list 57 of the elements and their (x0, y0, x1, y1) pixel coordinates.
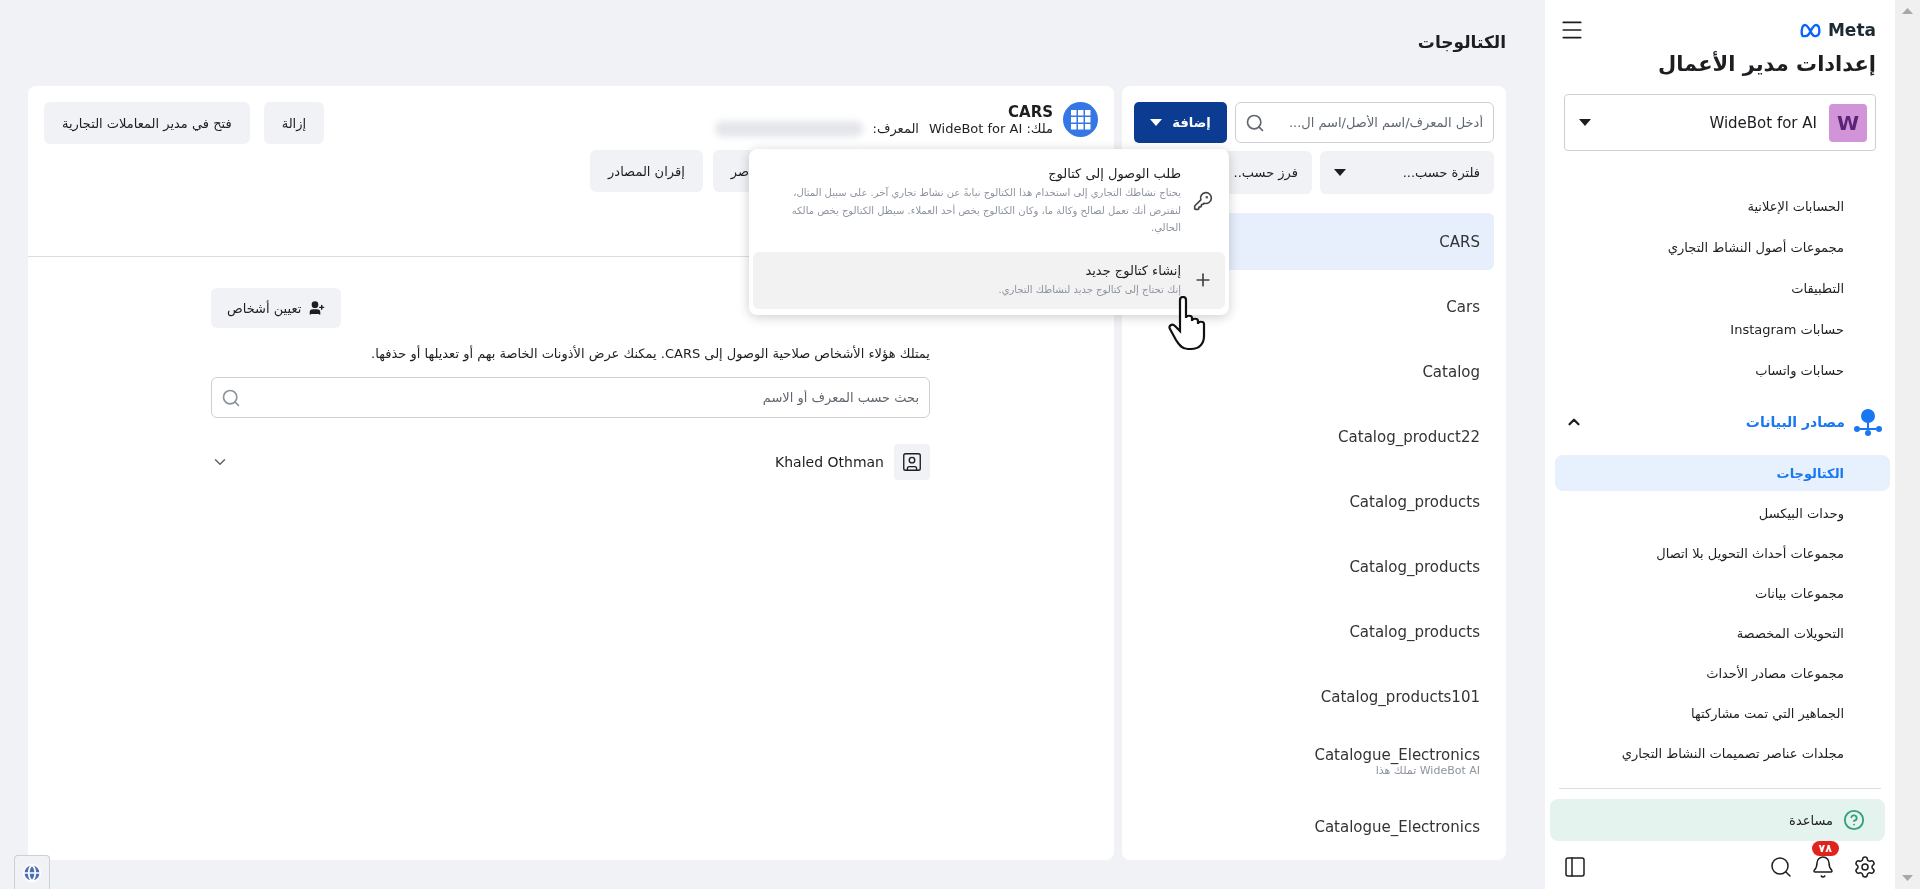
search-icon (221, 387, 241, 408)
notification-badge: ٧٨ (1811, 841, 1839, 856)
sidebar-subitem[interactable]: مجلدات عناصر تصميمات النشاط التجاري (1555, 735, 1890, 771)
globe-icon (22, 862, 42, 883)
access-description: يمتلك هؤلاء الأشخاص صلاحية الوصول إلى CARS. يمكنك عرض الأذونات الخاصة بهم أو تعديلها أو حذفها. (370, 346, 930, 361)
caret-icon (1579, 119, 1591, 126)
page-title: الكتالوجات (1417, 32, 1506, 52)
sidebar-item[interactable]: مجموعات أصول النشاط التجاري (1545, 227, 1895, 268)
sidebar-subitem[interactable]: وحدات البيكسل (1555, 495, 1890, 531)
business-avatar: W (1829, 103, 1867, 142)
data-sources-header[interactable]: مصادر البيانات (1545, 401, 1895, 443)
nodes-icon (1853, 407, 1883, 437)
filter-dropdown[interactable]: فلترة حسب... (1320, 151, 1494, 194)
sidebar-item[interactable]: التطبيقات (1545, 268, 1895, 309)
caret-icon (1334, 169, 1346, 176)
sidebar-subitem[interactable]: مجموعات مصادر الأحداث (1555, 655, 1890, 691)
catalog-item[interactable]: Catalog_products (1134, 534, 1494, 599)
id-label: المعرف: (872, 121, 919, 136)
catalog-item[interactable]: Catalog_products (1134, 469, 1494, 534)
sidebar-subitem[interactable]: الكتالوجات (1555, 455, 1890, 491)
assign-people-button[interactable]: تعيين أشخاص (211, 288, 342, 328)
catalog-item[interactable]: Catalogue_Electronics (1134, 794, 1494, 859)
sidebar-item[interactable]: حسابات واتساب (1545, 350, 1895, 391)
catalog-item[interactable]: Catalog_products101 (1134, 664, 1494, 729)
help-item[interactable]: مساعدة (1550, 799, 1885, 841)
language-tab[interactable] (14, 855, 50, 889)
search-icon[interactable] (1769, 855, 1793, 879)
sidebar-item[interactable]: الحسابات الإعلانية (1545, 186, 1895, 227)
menu-item[interactable]: إنشاء كتالوج جديد إنك تحتاج إلى كتالوج جديد لنشاطك التجاري. (753, 251, 1225, 309)
sidebar-item[interactable]: حسابات Instagram (1545, 309, 1895, 350)
business-selector[interactable]: WideBot for AI W (1564, 94, 1876, 151)
settings-icon[interactable] (1853, 855, 1877, 879)
sidebar-subitem[interactable]: الجماهير التي تمت مشاركتها (1555, 695, 1890, 731)
catalog-item[interactable]: Catalog_products (1134, 599, 1494, 664)
owner-text: ملك: WideBot for AI (928, 121, 1053, 136)
panel-toggle-icon[interactable] (1563, 855, 1587, 879)
catalog-item[interactable]: Catalog_product22 (1134, 404, 1494, 469)
caret-icon (1150, 119, 1163, 126)
user-plus-icon (309, 300, 326, 316)
catalog-item[interactable]: Catalog (1134, 339, 1494, 404)
search-icon (1245, 112, 1265, 133)
sidebar-title: إعدادات مدير الأعمال (1656, 50, 1877, 78)
meta-logo: Meta (1799, 20, 1876, 40)
action-button[interactable]: إزالة (263, 102, 325, 144)
grid-icon (1063, 102, 1098, 137)
person-icon (894, 444, 930, 480)
action-button[interactable]: فتح في مدير المعاملات التجارية (44, 102, 250, 144)
sidebar-subitem[interactable]: مجموعات أحداث التحويل بلا اتصال (1555, 535, 1890, 571)
person-name: Khaled Othman (774, 454, 884, 470)
bell-icon[interactable] (1811, 855, 1835, 879)
action-button[interactable]: إقران المصادر (590, 150, 703, 192)
add-button[interactable]: إضافة (1134, 102, 1227, 143)
key-icon (1193, 191, 1213, 212)
sidebar-subitem[interactable]: التحويلات المخصصة (1555, 615, 1890, 651)
catalog-name: CARS (1007, 102, 1053, 121)
sidebar-subitem[interactable]: مجموعات بيانات (1555, 575, 1890, 611)
help-icon (1843, 809, 1865, 831)
